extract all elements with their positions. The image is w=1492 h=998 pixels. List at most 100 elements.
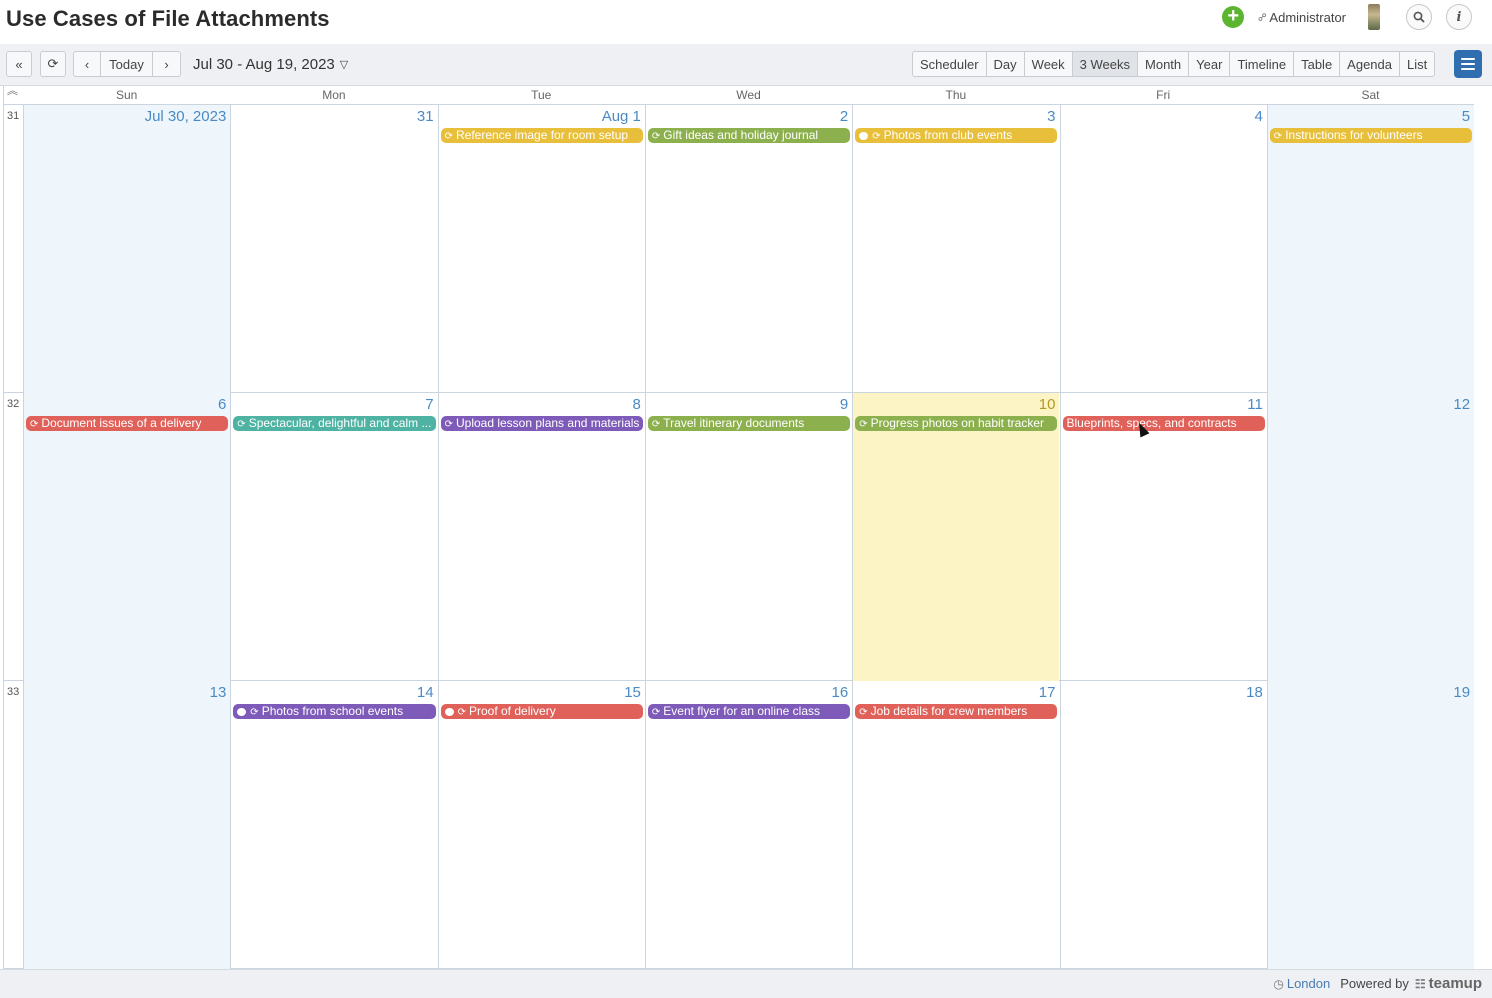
- day-cell[interactable]: 15 ⟳ Proof of delivery: [437, 681, 645, 969]
- day-number[interactable]: 8: [633, 396, 641, 413]
- day-cell[interactable]: 9 ⟳ Travel itinerary documents: [644, 393, 852, 681]
- day-cell[interactable]: 13: [23, 681, 231, 969]
- event-chip[interactable]: Blueprints, specs, and contracts: [1062, 416, 1265, 431]
- day-cell[interactable]: 4: [1059, 105, 1267, 393]
- add-event-button[interactable]: +: [1222, 6, 1245, 28]
- day-cell[interactable]: 10 ⟳ Progress photos on habit tracker: [852, 393, 1060, 681]
- view-month-button[interactable]: Month: [1138, 51, 1190, 77]
- day-cell[interactable]: Jul 30, 2023: [23, 105, 231, 393]
- event-chip[interactable]: ⟳ Spectacular, delightful and calm ...: [233, 416, 436, 431]
- avatar[interactable]: [1368, 4, 1380, 30]
- link-icon: ⚯: [1255, 9, 1271, 25]
- collapse-sidebar-button[interactable]: «: [6, 51, 32, 77]
- day-cell[interactable]: 7 ⟳ Spectacular, delightful and calm ...: [230, 393, 437, 681]
- day-number[interactable]: 16: [832, 684, 849, 701]
- week-number[interactable]: 33: [7, 686, 19, 698]
- day-number[interactable]: 15: [624, 684, 641, 701]
- event-chip[interactable]: ⟳ Progress photos on habit tracker: [855, 416, 1058, 431]
- view-day-button[interactable]: Day: [986, 51, 1025, 77]
- day-number[interactable]: Jul 30, 2023: [145, 108, 227, 125]
- timezone-link[interactable]: ◷ London: [1273, 976, 1330, 991]
- day-cell[interactable]: 18: [1059, 681, 1267, 969]
- day-number[interactable]: 5: [1462, 108, 1470, 125]
- teamup-logo[interactable]: ☷ teamup: [1415, 975, 1482, 992]
- day-number[interactable]: 14: [417, 684, 434, 701]
- event-chip[interactable]: ⟳ Proof of delivery: [440, 704, 643, 719]
- event-title: Spectacular, delightful and calm ...: [248, 416, 432, 430]
- event-title: Gift ideas and holiday journal: [663, 128, 819, 142]
- day-number[interactable]: 3: [1047, 108, 1055, 125]
- page-title: Use Cases of File Attachments: [6, 6, 330, 31]
- day-number[interactable]: 31: [417, 108, 434, 125]
- today-button[interactable]: Today: [101, 51, 153, 77]
- info-button[interactable]: i: [1446, 4, 1472, 30]
- event-chip[interactable]: ⟳ Job details for crew members: [855, 704, 1058, 719]
- day-cell[interactable]: 12: [1266, 393, 1475, 681]
- footer: ◷ London Powered by ☷ teamup: [0, 969, 1492, 998]
- view-list-button[interactable]: List: [1400, 51, 1436, 77]
- day-cell[interactable]: 6 ⟳ Document issues of a delivery: [23, 393, 231, 681]
- search-button[interactable]: [1406, 4, 1432, 30]
- chevron-right-icon: ›: [164, 56, 169, 72]
- event-chip[interactable]: ⟳ Event flyer for an online class: [647, 704, 851, 719]
- event-chip[interactable]: ⟳ Photos from school events: [233, 704, 436, 719]
- day-cell[interactable]: 8 ⟳ Upload lesson plans and materials: [437, 393, 645, 681]
- recurring-icon: ⟳: [872, 131, 881, 142]
- menu-button[interactable]: [1454, 50, 1482, 78]
- recurring-icon: ⟳: [237, 419, 246, 430]
- day-number[interactable]: 11: [1247, 396, 1263, 413]
- day-cell[interactable]: Aug 1 ⟳ Reference image for room setup: [437, 105, 645, 393]
- day-cell[interactable]: 17 ⟳ Job details for crew members: [852, 681, 1059, 969]
- day-number[interactable]: 13: [210, 684, 227, 701]
- day-cell[interactable]: 2 ⟳ Gift ideas and holiday journal: [644, 105, 852, 393]
- prev-button[interactable]: ‹: [73, 51, 101, 77]
- day-number[interactable]: 17: [1039, 684, 1056, 701]
- day-cell[interactable]: 19: [1266, 681, 1475, 969]
- view-week-button[interactable]: Week: [1024, 51, 1073, 77]
- day-number[interactable]: 6: [218, 396, 226, 413]
- event-chip[interactable]: ⟳ Reference image for room setup: [440, 128, 643, 143]
- view-scheduler-button[interactable]: Scheduler: [912, 51, 987, 77]
- day-cell[interactable]: 14 ⟳ Photos from school events: [230, 681, 437, 969]
- event-chip[interactable]: ⟳ Gift ideas and holiday journal: [647, 128, 851, 143]
- day-cell[interactable]: 5 ⟳ Instructions for volunteers: [1266, 105, 1475, 393]
- calendar-grid: ︽ Sun Mon Tue Wed Thu Fri Sat 31 Jul 30, 2023 31…: [3, 86, 1475, 969]
- view-timeline-button[interactable]: Timeline: [1230, 51, 1295, 77]
- day-number[interactable]: 9: [840, 396, 848, 413]
- event-chip[interactable]: ⟳ Travel itinerary documents: [647, 416, 851, 431]
- event-title: Proof of delivery: [468, 704, 556, 718]
- double-chevron-left-icon: «: [15, 56, 23, 72]
- date-nav: ‹ Today ›: [73, 51, 181, 77]
- day-cell[interactable]: 31: [230, 105, 437, 393]
- chevron-down-icon: ▽: [339, 59, 349, 71]
- view-3-weeks-button[interactable]: 3 Weeks: [1072, 51, 1139, 77]
- view-table-button[interactable]: Table: [1294, 51, 1341, 77]
- day-number[interactable]: 4: [1254, 108, 1262, 125]
- weekday-tue: Tue: [531, 88, 552, 102]
- day-cell[interactable]: 16 ⟳ Event flyer for an online class: [644, 681, 852, 969]
- day-number[interactable]: 10: [1039, 396, 1056, 413]
- comment-icon: [444, 708, 454, 716]
- date-range-picker[interactable]: Jul 30 - Aug 19, 2023 ▽: [193, 56, 348, 73]
- event-chip[interactable]: ⟳ Instructions for volunteers: [1269, 128, 1473, 143]
- view-agenda-button[interactable]: Agenda: [1340, 51, 1400, 77]
- day-cell[interactable]: 3 ⟳ Photos from club events: [852, 105, 1059, 393]
- day-number[interactable]: 12: [1453, 396, 1470, 413]
- day-number[interactable]: 19: [1453, 684, 1470, 701]
- event-chip[interactable]: ⟳ Photos from club events: [855, 128, 1058, 143]
- user-link[interactable]: ⚯ Administrator: [1255, 9, 1346, 25]
- day-number[interactable]: Aug 1: [602, 108, 641, 125]
- view-year-button[interactable]: Year: [1189, 51, 1231, 77]
- collapse-weeks-icon[interactable]: ︽: [7, 86, 18, 97]
- next-button[interactable]: ›: [153, 51, 181, 77]
- event-chip[interactable]: ⟳ Upload lesson plans and materials: [440, 416, 643, 431]
- refresh-button[interactable]: ⟳: [40, 51, 66, 77]
- week-number[interactable]: 31: [7, 110, 19, 122]
- day-number[interactable]: 18: [1246, 684, 1263, 701]
- event-chip[interactable]: ⟳ Document issues of a delivery: [26, 416, 229, 431]
- day-number[interactable]: 2: [840, 108, 848, 125]
- week-number[interactable]: 32: [7, 398, 19, 410]
- title-bar: Use Cases of File Attachments + ⚯ Admini…: [0, 0, 1492, 44]
- day-number[interactable]: 7: [425, 396, 433, 413]
- day-cell[interactable]: 11 Blueprints, specs, and contracts: [1059, 393, 1267, 681]
